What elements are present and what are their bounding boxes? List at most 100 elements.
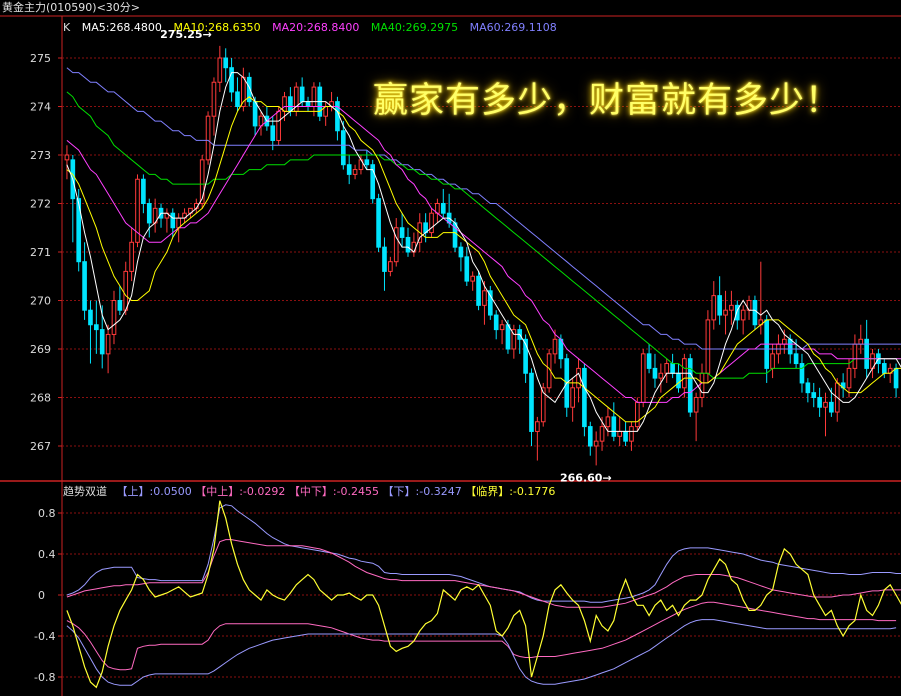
- candle: [840, 373, 846, 398]
- candle-body: [811, 392, 817, 398]
- legend-upper: 【上】:0.0500: [116, 485, 192, 498]
- candle-body: [393, 227, 399, 263]
- candle-body: [105, 333, 111, 355]
- legend-mid-upper: 【中上】:-0.0292: [195, 485, 286, 498]
- candle: [346, 155, 352, 185]
- candle: [611, 402, 617, 442]
- candle: [511, 324, 517, 359]
- candle-body: [217, 57, 223, 83]
- candle: [458, 242, 464, 272]
- candle: [94, 300, 99, 354]
- candle: [435, 198, 440, 223]
- candle-body: [676, 372, 681, 389]
- candle-body: [652, 367, 658, 379]
- indicator-name: 趋势双道: [63, 485, 107, 498]
- candle: [717, 276, 722, 325]
- candle-body: [376, 198, 381, 248]
- candle: [476, 271, 481, 311]
- instrument-title: 黄金主力(010590)<30分>: [2, 1, 141, 14]
- candle: [370, 159, 376, 204]
- candle: [164, 208, 170, 233]
- candle: [864, 319, 869, 379]
- candle: [352, 164, 358, 180]
- candle-body: [299, 86, 305, 103]
- candle-body: [570, 387, 575, 408]
- indicator-tick-label: 0.4: [38, 548, 56, 561]
- candle: [576, 358, 581, 403]
- candle-body: [82, 261, 87, 311]
- candle: [141, 174, 146, 214]
- candle: [640, 349, 646, 408]
- candle: [105, 324, 111, 374]
- price-tick-label: 269: [30, 343, 51, 356]
- candle: [241, 67, 246, 112]
- candle-body: [364, 159, 370, 166]
- candle-body: [752, 300, 758, 326]
- candle: [182, 208, 187, 223]
- candle: [699, 363, 705, 408]
- candle: [705, 310, 711, 383]
- candle-body: [529, 372, 534, 432]
- candle: [129, 227, 134, 282]
- candle-body: [740, 309, 746, 321]
- candle-body: [617, 430, 623, 437]
- candle-body: [123, 270, 129, 311]
- candle-body: [723, 309, 728, 316]
- candle: [70, 155, 76, 243]
- candle-body: [793, 353, 799, 365]
- candle-body: [505, 324, 511, 350]
- candle-body: [605, 416, 611, 428]
- candle: [305, 96, 311, 112]
- candle-body: [399, 227, 405, 238]
- candle: [582, 363, 587, 437]
- candle-body: [282, 96, 287, 112]
- candle-body: [288, 96, 293, 112]
- candle: [740, 305, 746, 335]
- price-legend: K MA5:268.4800 MA10:268.6350 MA20:268.84…: [63, 21, 565, 35]
- candle-body: [476, 275, 481, 306]
- candle-body: [340, 130, 346, 166]
- lower-band-line: [66, 619, 897, 686]
- candle-body: [623, 430, 628, 442]
- candle-body: [858, 338, 864, 345]
- candle-body: [235, 91, 240, 107]
- candle: [64, 145, 70, 180]
- candle-body: [111, 300, 117, 335]
- legend-lower: 【下】:-0.3247: [382, 485, 462, 498]
- candle: [211, 77, 217, 136]
- candle: [329, 91, 334, 112]
- candle-body: [99, 329, 105, 355]
- candle: [693, 392, 699, 442]
- candle-body: [693, 397, 699, 413]
- candle: [423, 213, 428, 243]
- candle: [470, 271, 476, 291]
- candle: [393, 218, 399, 267]
- candle: [388, 256, 393, 277]
- candle-body: [305, 101, 311, 108]
- legend-ma60: MA60:269.1108: [469, 21, 557, 34]
- candle-body: [499, 324, 505, 331]
- critical-line: [66, 500, 901, 689]
- candle: [711, 281, 717, 330]
- price-tick-label: 267: [30, 440, 51, 453]
- candle-body: [405, 236, 411, 253]
- candle: [76, 188, 82, 272]
- candle-body: [311, 86, 317, 107]
- candle-body: [464, 256, 470, 282]
- price-tick-label: 275: [30, 52, 51, 65]
- candle: [117, 285, 123, 316]
- candle-body: [852, 343, 858, 369]
- candle: [529, 368, 534, 446]
- candle-body: [388, 261, 393, 272]
- candle-body: [799, 363, 805, 384]
- price-tick-label: 268: [30, 392, 51, 405]
- candle-body: [270, 125, 276, 141]
- candle: [405, 227, 411, 257]
- candle-body: [146, 203, 152, 224]
- candle-body: [717, 295, 722, 316]
- candle-body: [664, 363, 670, 374]
- price-tick-label: 272: [30, 198, 51, 211]
- candle: [464, 247, 470, 286]
- candle-body: [587, 426, 593, 447]
- candle-body: [470, 275, 476, 282]
